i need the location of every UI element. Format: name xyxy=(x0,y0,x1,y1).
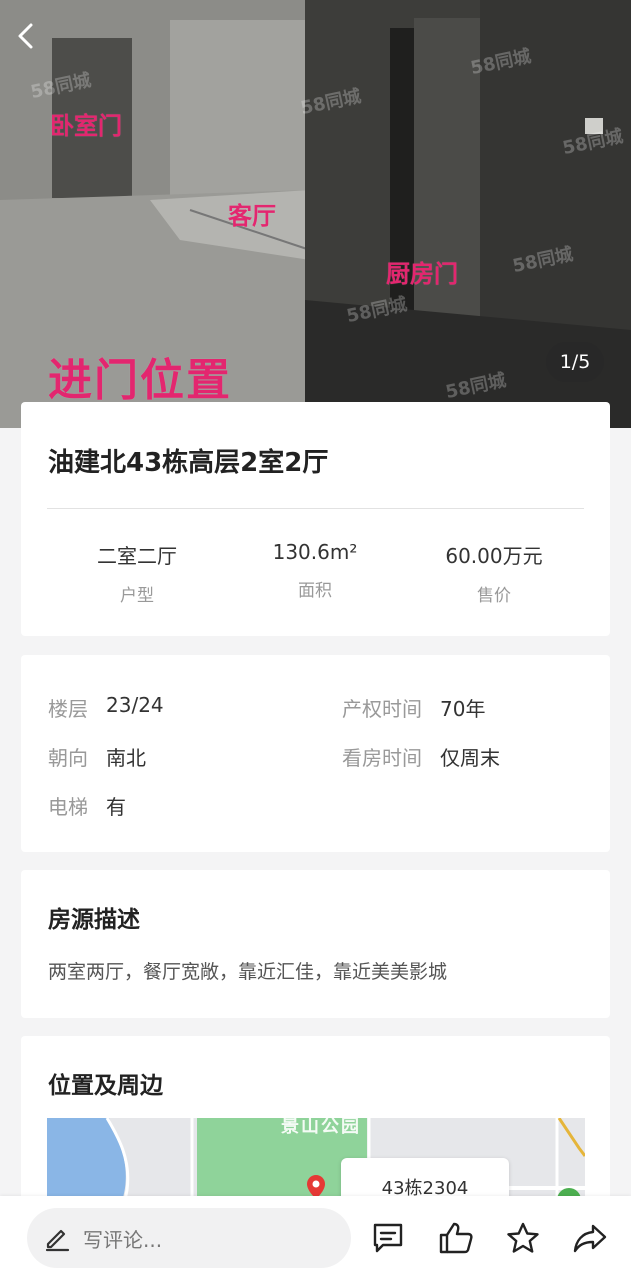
favorite-button[interactable] xyxy=(501,1216,545,1260)
listing-summary-card: 油建北43栋高层2室2厅 二室二厅 户型 130.6m² 面积 60.00万元 … xyxy=(21,402,610,636)
stat-value: 60.00万元 xyxy=(445,544,543,568)
comment-button[interactable] xyxy=(366,1216,410,1260)
detail-label: 电梯 xyxy=(48,795,88,819)
section-title: 位置及周边 xyxy=(48,1073,163,1099)
section-title: 房源描述 xyxy=(48,907,140,933)
pencil-icon xyxy=(45,1229,70,1252)
like-button[interactable] xyxy=(434,1216,478,1260)
listing-title: 油建北43栋高层2室2厅 xyxy=(48,448,329,478)
comment-icon xyxy=(373,1223,403,1253)
detail-label: 楼层 xyxy=(48,697,88,721)
back-button[interactable] xyxy=(14,22,54,62)
detail-ownership: 产权时间 70年 xyxy=(342,693,485,722)
description-text: 两室两厅，餐厅宽敞，靠近汇佳，靠近美美影城 xyxy=(48,961,448,983)
stat-value: 130.6m² xyxy=(272,540,358,564)
share-icon xyxy=(573,1224,607,1253)
stat-label: 面积 xyxy=(298,581,332,601)
stat-price: 60.00万元 售价 xyxy=(405,540,583,606)
back-arrow-icon xyxy=(18,23,33,49)
photo-label-living-room: 客厅 xyxy=(228,202,276,230)
photo-label-entrance: 进门位置 xyxy=(48,355,232,406)
stat-label: 售价 xyxy=(477,586,511,606)
bottom-action-bar: 写评论... xyxy=(0,1196,631,1280)
thumbs-up-icon xyxy=(439,1222,473,1254)
description-card: 房源描述 两室两厅，餐厅宽敞，靠近汇佳，靠近美美影城 xyxy=(21,870,610,1018)
photo-gallery[interactable]: 卧室门 客厅 厨房门 进门位置 58同城 58同城 58同城 58同城 58同城… xyxy=(0,0,631,428)
detail-elevator: 电梯 有 xyxy=(48,791,126,820)
detail-value: 仅周末 xyxy=(440,746,500,770)
detail-value: 有 xyxy=(106,795,126,819)
divider xyxy=(47,508,584,509)
stat-area: 130.6m² 面积 xyxy=(226,540,404,601)
stat-layout: 二室二厅 户型 xyxy=(48,540,226,606)
detail-viewing-time: 看房时间 仅周末 xyxy=(342,742,500,771)
property-details-card: 楼层 23/24 产权时间 70年 朝向 南北 看房时间 仅周末 电梯 有 xyxy=(21,655,610,852)
detail-label: 产权时间 xyxy=(342,697,422,721)
comment-input[interactable]: 写评论... xyxy=(27,1208,351,1268)
photo-counter: 1/5 xyxy=(546,342,604,382)
detail-value: 南北 xyxy=(106,746,146,770)
detail-orientation: 朝向 南北 xyxy=(48,742,146,771)
stat-value: 二室二厅 xyxy=(97,544,177,568)
photo-label-bedroom-door: 卧室门 xyxy=(50,112,122,140)
detail-value: 70年 xyxy=(440,697,486,721)
detail-value: 23/24 xyxy=(106,693,164,717)
detail-label: 朝向 xyxy=(48,746,88,770)
map-park-label: 景山公园 xyxy=(281,1118,361,1137)
stat-label: 户型 xyxy=(120,586,154,606)
photo-label-kitchen-door: 厨房门 xyxy=(386,260,458,288)
star-icon xyxy=(507,1222,539,1253)
detail-floor: 楼层 23/24 xyxy=(48,693,164,722)
comment-placeholder: 写评论... xyxy=(83,1227,163,1252)
detail-label: 看房时间 xyxy=(342,746,422,770)
share-button[interactable] xyxy=(568,1216,612,1260)
